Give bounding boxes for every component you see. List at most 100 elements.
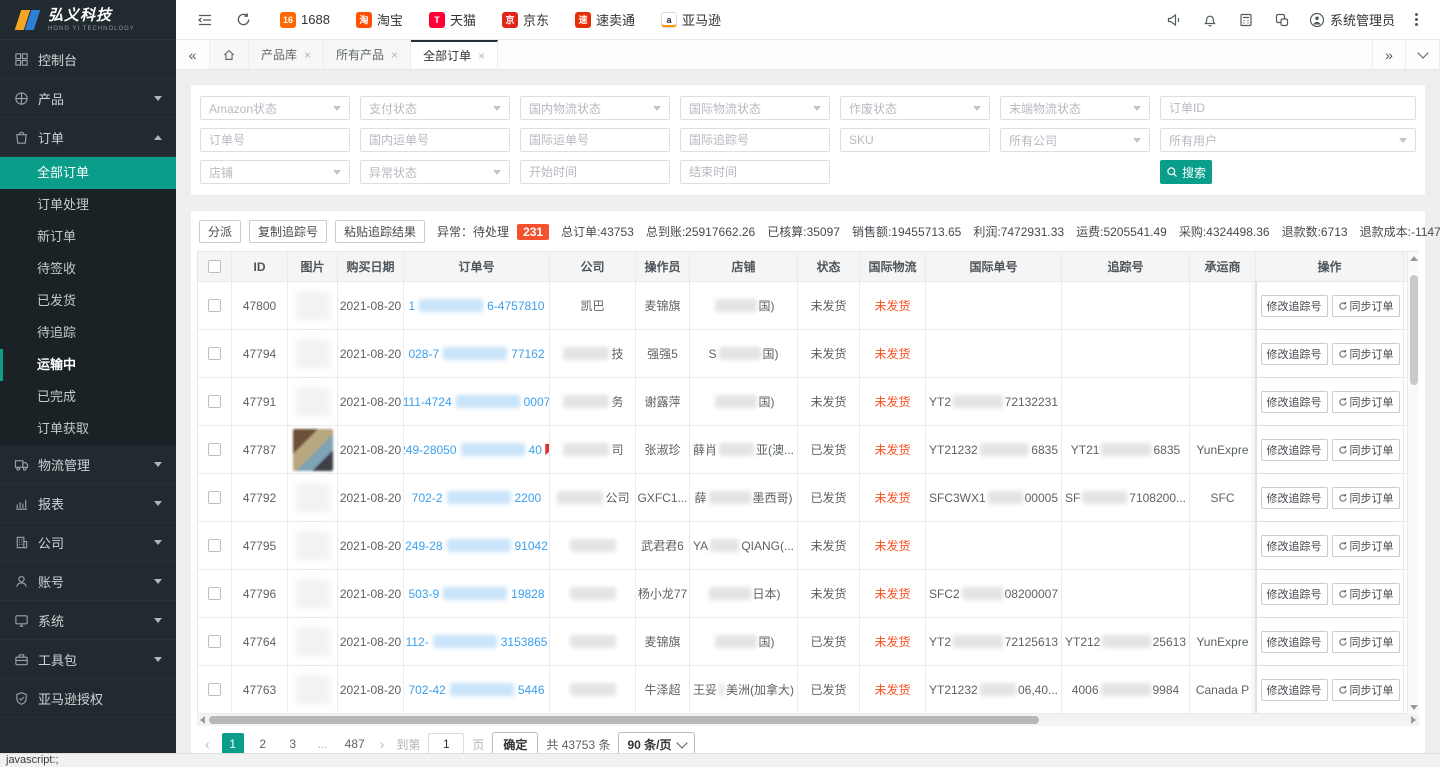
sync-order-button[interactable]: 同步订单 <box>1332 439 1400 461</box>
sidebar-subitem-5[interactable]: 待追踪 <box>0 317 176 349</box>
toolbar-button-2[interactable]: 粘贴追踪结果 <box>335 220 425 243</box>
row-checkbox[interactable] <box>208 491 221 504</box>
filter-input-sku[interactable] <box>840 128 990 152</box>
sidebar-subitem-0[interactable]: 全部订单 <box>0 157 176 189</box>
goto-page-input[interactable] <box>428 733 464 755</box>
tabs-scroll-right[interactable]: » <box>1372 40 1406 69</box>
filter-select-lastmile-status[interactable]: 末端物流状态 <box>1000 96 1150 120</box>
scroll-left-icon[interactable] <box>200 716 205 724</box>
marketplace-link-1[interactable]: 淘淘宝 <box>356 10 403 29</box>
order-number-link[interactable]: 028-777162 <box>408 347 544 361</box>
edit-tracking-button[interactable]: 修改追踪号 <box>1261 583 1328 605</box>
edit-tracking-button[interactable]: 修改追踪号 <box>1261 391 1328 413</box>
more-icon[interactable] <box>1407 13 1426 26</box>
filter-select-pay-status[interactable]: 支付状态 <box>360 96 510 120</box>
toolbar-button-0[interactable]: 分派 <box>199 220 241 243</box>
tab-2[interactable]: 全部订单× <box>411 40 498 69</box>
sync-order-button[interactable]: 同步订单 <box>1332 631 1400 653</box>
row-checkbox[interactable] <box>208 443 221 456</box>
vscroll-thumb[interactable] <box>1410 275 1418 385</box>
filter-input-order-no[interactable] <box>200 128 350 152</box>
row-checkbox[interactable] <box>208 347 221 360</box>
filter-input-end-time[interactable] <box>680 160 830 184</box>
page-2[interactable]: 2 <box>252 733 274 755</box>
sidebar-item-0[interactable]: 控制台 <box>0 40 176 79</box>
filter-select-amazon-status[interactable]: Amazon状态 <box>200 96 350 120</box>
filter-select-domestic-logistics-status[interactable]: 国内物流状态 <box>520 96 670 120</box>
close-icon[interactable]: × <box>304 48 311 62</box>
tabs-menu-icon[interactable] <box>1406 40 1440 69</box>
row-checkbox[interactable] <box>208 635 221 648</box>
scroll-right-icon[interactable] <box>1411 716 1416 724</box>
bell-icon[interactable] <box>1195 5 1225 35</box>
filter-select-void-status[interactable]: 作废状态 <box>840 96 990 120</box>
page-1[interactable]: 1 <box>222 733 244 755</box>
marketplace-link-3[interactable]: 京京东 <box>502 10 549 29</box>
tab-home[interactable] <box>210 40 249 69</box>
tab-1[interactable]: 所有产品× <box>324 40 411 69</box>
filter-input-intl-waybill-no[interactable] <box>520 128 670 152</box>
search-button[interactable]: 搜索 <box>1160 160 1212 184</box>
row-checkbox[interactable] <box>208 539 221 552</box>
hscroll-thumb[interactable] <box>209 716 1039 724</box>
prev-page-icon[interactable]: ‹ <box>201 736 214 752</box>
calculator-icon[interactable] <box>1231 5 1261 35</box>
scroll-up-icon[interactable] <box>1410 256 1418 261</box>
row-checkbox[interactable] <box>208 395 221 408</box>
sidebar-subitem-3[interactable]: 待签收 <box>0 253 176 285</box>
sync-order-button[interactable]: 同步订单 <box>1332 583 1400 605</box>
menu-fold-icon[interactable] <box>190 5 220 35</box>
sync-order-button[interactable]: 同步订单 <box>1332 295 1400 317</box>
sidebar-subitem-7[interactable]: 已完成 <box>0 381 176 413</box>
page-3[interactable]: 3 <box>282 733 304 755</box>
sidebar-subitem-6[interactable]: 运输中 <box>0 349 176 381</box>
filter-select-intl-logistics-status[interactable]: 国际物流状态 <box>680 96 830 120</box>
close-icon[interactable]: × <box>478 49 485 63</box>
marketplace-link-2[interactable]: T天猫 <box>429 10 476 29</box>
row-checkbox[interactable] <box>208 587 221 600</box>
refresh-icon[interactable] <box>228 5 258 35</box>
sync-order-button[interactable]: 同步订单 <box>1332 487 1400 509</box>
tab-0[interactable]: 产品库× <box>249 40 324 69</box>
sync-order-button[interactable]: 同步订单 <box>1332 679 1400 701</box>
sidebar-subitem-2[interactable]: 新订单 <box>0 221 176 253</box>
filter-select-shop[interactable]: 店铺 <box>200 160 350 184</box>
user-menu[interactable]: 系统管理员 <box>1303 10 1401 29</box>
exchange-icon[interactable] <box>1267 5 1297 35</box>
order-number-link[interactable]: 249-2891042 <box>405 539 548 553</box>
order-number-link[interactable]: 702-425446 <box>408 683 544 697</box>
order-number-link[interactable]: 702-22200 <box>412 491 541 505</box>
sidebar-item-3[interactable]: 物流管理 <box>0 445 176 484</box>
row-checkbox[interactable] <box>208 299 221 312</box>
sidebar-item-5[interactable]: 公司 <box>0 523 176 562</box>
close-icon[interactable]: × <box>391 48 398 62</box>
marketplace-link-5[interactable]: a亚马逊 <box>661 10 721 29</box>
filter-input-order-id[interactable] <box>1160 96 1416 120</box>
order-number-link[interactable]: 503-919828 <box>408 587 544 601</box>
filter-select-company[interactable]: 所有公司 <box>1000 128 1150 152</box>
sidebar-subitem-1[interactable]: 订单处理 <box>0 189 176 221</box>
sidebar-item-6[interactable]: 账号 <box>0 562 176 601</box>
marketplace-link-0[interactable]: 161688 <box>280 12 330 28</box>
edit-tracking-button[interactable]: 修改追踪号 <box>1261 631 1328 653</box>
edit-tracking-button[interactable]: 修改追踪号 <box>1261 487 1328 509</box>
sidebar-item-9[interactable]: 亚马逊授权 <box>0 679 176 718</box>
sidebar-subitem-4[interactable]: 已发货 <box>0 285 176 317</box>
filter-select-user[interactable]: 所有用户 <box>1160 128 1416 152</box>
sync-order-button[interactable]: 同步订单 <box>1332 343 1400 365</box>
sync-order-button[interactable]: 同步订单 <box>1332 535 1400 557</box>
page-487[interactable]: 487 <box>342 733 368 755</box>
announcement-icon[interactable] <box>1159 5 1189 35</box>
edit-tracking-button[interactable]: 修改追踪号 <box>1261 439 1328 461</box>
select-all-checkbox[interactable] <box>208 260 221 273</box>
filter-input-start-time[interactable] <box>520 160 670 184</box>
order-number-link[interactable]: 111-47240007 <box>404 395 550 409</box>
edit-tracking-button[interactable]: 修改追踪号 <box>1261 343 1328 365</box>
order-number-link[interactable]: 16-4757810 <box>408 299 544 313</box>
sidebar-subitem-8[interactable]: 订单获取 <box>0 413 176 445</box>
filter-input-domestic-waybill-no[interactable] <box>360 128 510 152</box>
edit-tracking-button[interactable]: 修改追踪号 <box>1261 535 1328 557</box>
filter-select-exception-status[interactable]: 异常状态 <box>360 160 510 184</box>
next-page-icon[interactable]: › <box>376 736 389 752</box>
scroll-down-icon[interactable] <box>1410 705 1418 710</box>
